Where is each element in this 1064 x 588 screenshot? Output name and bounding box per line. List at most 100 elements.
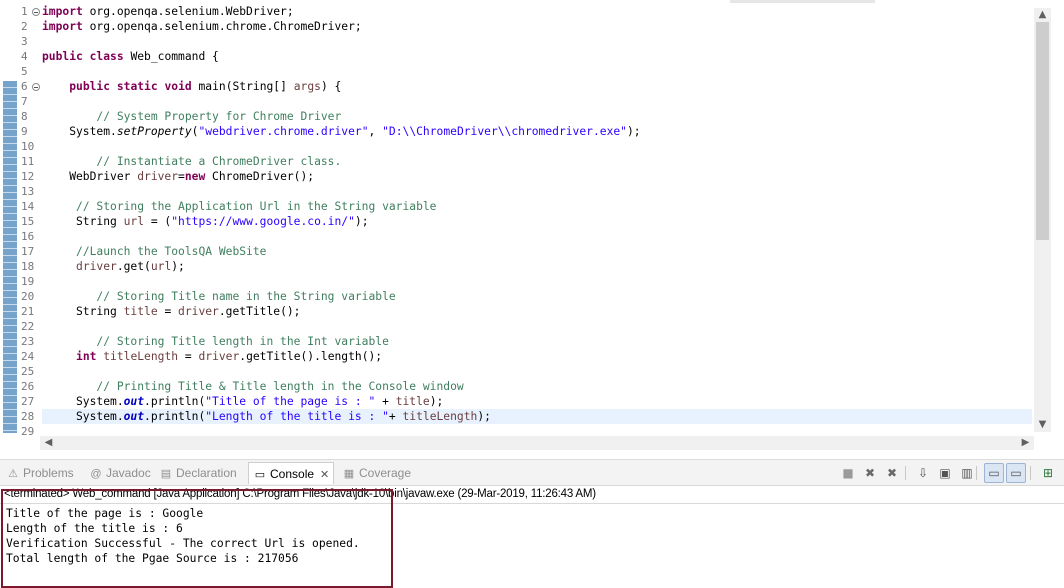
tab-label: Console <box>270 467 315 481</box>
line-number: 1 <box>17 4 41 19</box>
code-token: // Storing the Application Url in the St… <box>76 200 437 213</box>
remove-launch-icon[interactable]: ✖ <box>860 463 880 483</box>
code-token: public <box>69 80 111 93</box>
code-token: String <box>42 305 124 318</box>
code-token: ); <box>626 125 641 138</box>
code-line[interactable]: //Launch the ToolsQA WebSite <box>42 244 1032 259</box>
tab-javadoc[interactable]: @ Javadoc <box>89 462 150 484</box>
code-token: "D:\\ChromeDriver\\chromedriver.exe" <box>382 125 627 138</box>
show-on-output-icon[interactable]: ▣ <box>935 463 955 483</box>
code-token: // Storing Title name in the String vari… <box>96 290 396 303</box>
code-line[interactable]: // Storing Title length in the Int varia… <box>42 334 1032 349</box>
display-console-icon[interactable]: ▭ <box>1006 463 1026 483</box>
code-line[interactable]: import org.openqa.selenium.chrome.Chrome… <box>42 19 1032 34</box>
close-icon[interactable]: ✕ <box>320 469 329 481</box>
scroll-lock-icon[interactable]: ⇩ <box>913 463 933 483</box>
code-token: ChromeDriver(); <box>205 170 315 183</box>
code-token: out <box>123 395 145 408</box>
show-on-error-icon[interactable]: ▥ <box>957 463 977 483</box>
scroll-right-icon[interactable]: ▶ <box>1017 436 1034 450</box>
code-line[interactable]: import org.openqa.selenium.WebDriver; <box>42 4 1032 19</box>
code-line[interactable] <box>42 274 1032 289</box>
code-line[interactable]: public class Web_command { <box>42 49 1032 64</box>
scroll-up-icon[interactable]: ▲ <box>1034 8 1051 22</box>
line-number-text: 6 <box>21 80 28 93</box>
line-number: 29 <box>17 424 41 439</box>
code-line[interactable] <box>42 184 1032 199</box>
line-number-text: 3 <box>21 35 28 48</box>
code-token: WebDriver <box>42 170 138 183</box>
terminate-icon[interactable]: ■ <box>838 463 858 483</box>
line-number-text: 16 <box>21 230 35 243</box>
code-token: driver <box>178 305 219 318</box>
line-number-text: 27 <box>21 395 35 408</box>
line-number-text: 20 <box>21 290 35 303</box>
scroll-down-icon[interactable]: ▼ <box>1034 418 1051 432</box>
open-console-icon[interactable]: ⊞ <box>1038 463 1058 483</box>
pin-console-icon[interactable]: ▭ <box>984 463 1004 483</box>
tab-problems[interactable]: ⚠ Problems <box>6 462 74 484</box>
code-line[interactable]: System.out.println("Title of the page is… <box>42 394 1032 409</box>
code-editor[interactable]: 1 2 3 4 5 6 7 8 9 10 11 12 13 14 15 16 17 18 19 20 21 22 23 24 2… <box>0 0 1064 455</box>
change-ruler <box>3 81 17 433</box>
line-number: 17 <box>17 244 41 259</box>
code-line[interactable]: // Instantiate a ChromeDriver class. <box>42 154 1032 169</box>
line-number-text: 14 <box>21 200 35 213</box>
code-token: System. <box>42 410 124 423</box>
vertical-scrollbar[interactable]: ▲ ▼ <box>1034 8 1051 432</box>
tab-coverage[interactable]: ▦ Coverage <box>342 462 411 484</box>
code-line[interactable]: int titleLength = driver.getTitle().leng… <box>42 349 1032 364</box>
line-number-text: 2 <box>21 20 28 33</box>
line-number-text: 1 <box>21 5 28 18</box>
code-token: out <box>123 410 145 423</box>
tab-console[interactable]: ▭ Console ✕ <box>248 462 335 484</box>
code-line[interactable]: WebDriver driver=new ChromeDriver(); <box>42 169 1032 184</box>
tab-declaration[interactable]: ▤ Declaration <box>159 462 237 484</box>
code-line[interactable] <box>42 139 1032 154</box>
code-token: = <box>157 305 179 318</box>
line-number: 27 <box>17 394 41 409</box>
code-line[interactable]: String url = ("https://www.google.co.in/… <box>42 214 1032 229</box>
code-token: class <box>89 50 124 63</box>
console-icon: ▭ <box>254 469 266 481</box>
code-line[interactable]: public static void main(String[] args) { <box>42 79 1032 94</box>
code-line[interactable] <box>42 319 1032 334</box>
code-line[interactable]: driver.get(url); <box>42 259 1032 274</box>
code-line[interactable]: // Storing Title name in the String vari… <box>42 289 1032 304</box>
code-area[interactable]: import org.openqa.selenium.WebDriver; imp… <box>42 4 1032 439</box>
code-line[interactable] <box>42 364 1032 379</box>
code-token: // Instantiate a ChromeDriver class. <box>96 155 342 168</box>
code-line[interactable] <box>42 64 1032 79</box>
remove-all-terminated-icon[interactable]: ✖ <box>882 463 902 483</box>
code-line[interactable] <box>42 229 1032 244</box>
code-line[interactable]: // System Property for Chrome Driver <box>42 109 1032 124</box>
code-token: , <box>368 125 383 138</box>
toolbar-separator <box>905 466 906 480</box>
line-number: 22 <box>17 319 41 334</box>
code-line[interactable] <box>42 34 1032 49</box>
code-line[interactable] <box>42 94 1032 109</box>
code-token: "webdriver.chrome.driver" <box>198 125 369 138</box>
scroll-left-icon[interactable]: ◀ <box>40 436 57 450</box>
tab-label: Problems <box>23 466 74 480</box>
code-line[interactable]: System.out.println("Length of the title … <box>42 409 1032 424</box>
code-line[interactable]: String title = driver.getTitle(); <box>42 304 1032 319</box>
vertical-scroll-thumb[interactable] <box>1036 22 1049 240</box>
line-number: 6 <box>17 79 41 94</box>
code-line[interactable]: // Storing the Application Url in the St… <box>42 199 1032 214</box>
code-line[interactable]: System.setProperty("webdriver.chrome.dri… <box>42 124 1032 139</box>
line-number-text: 25 <box>21 365 35 378</box>
javadoc-icon: @ <box>90 468 102 480</box>
horizontal-scrollbar[interactable]: ◀ ▶ <box>40 436 1034 450</box>
fold-toggle-icon[interactable] <box>32 8 40 16</box>
line-number: 7 <box>17 94 41 109</box>
code-line[interactable]: // Printing Title & Title length in the … <box>42 379 1032 394</box>
code-token: setProperty <box>116 125 192 138</box>
fold-toggle-icon[interactable] <box>32 83 40 91</box>
